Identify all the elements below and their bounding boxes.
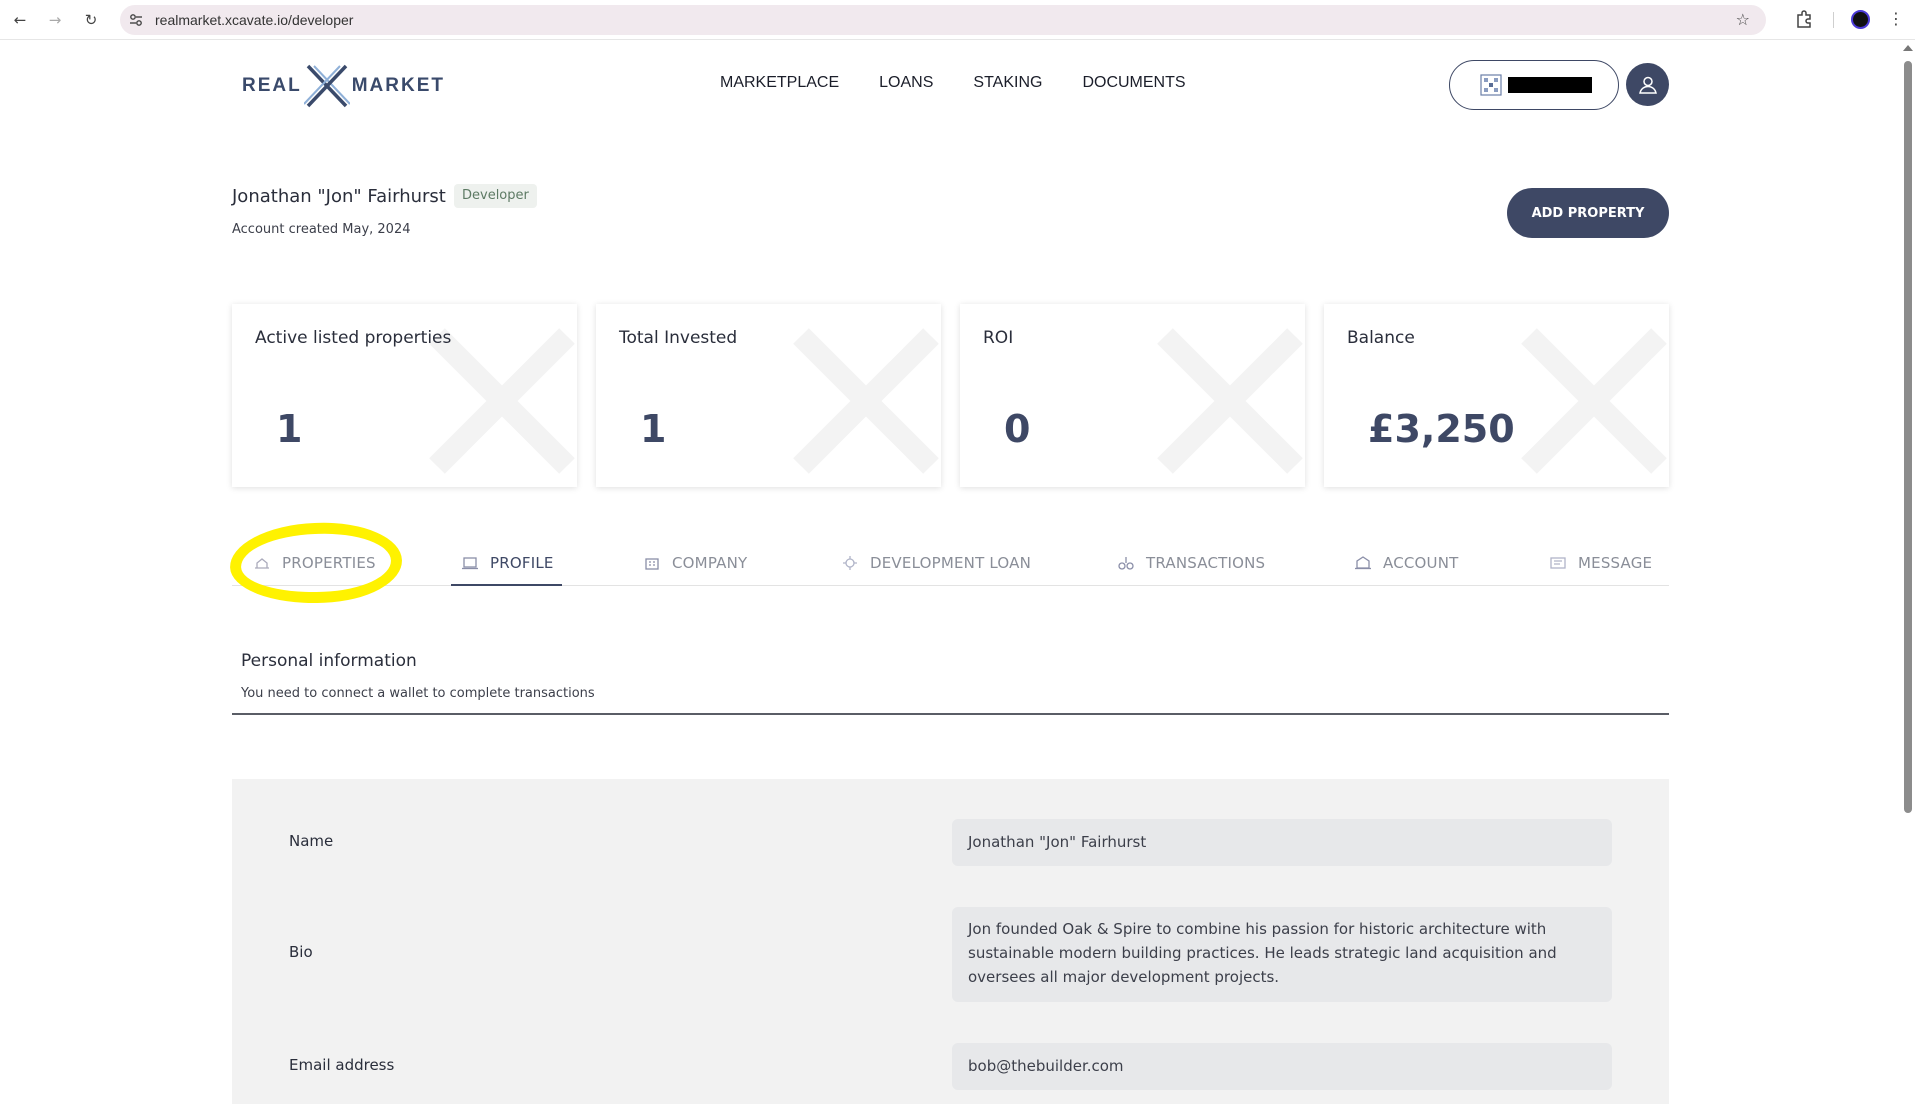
stat-label: Balance <box>1347 328 1415 348</box>
tab-account[interactable]: ACCOUNT <box>1355 540 1459 586</box>
stat-value: 1 <box>276 407 303 451</box>
profile-icon <box>462 557 478 570</box>
account-created-date: Account created May, 2024 <box>232 222 411 237</box>
wallet-identicon-icon <box>1480 74 1502 96</box>
wallet-address-redacted <box>1508 77 1592 93</box>
logo-x-icon <box>303 64 350 108</box>
address-bar[interactable]: realmarket.xcavate.io/developer ☆ <box>120 5 1766 35</box>
tab-label: PROFILE <box>490 554 554 572</box>
tab-transactions[interactable]: TRANSACTIONS <box>1118 540 1265 586</box>
stat-label: Total Invested <box>619 328 738 348</box>
profile-tabs: PROPERTIES PROFILE COMPANY DEVELOPMENT L… <box>232 540 1669 586</box>
section-divider <box>232 713 1669 715</box>
bio-label: Bio <box>289 943 313 961</box>
nav-staking[interactable]: STAKING <box>973 74 1042 92</box>
url-text[interactable]: realmarket.xcavate.io/developer <box>155 12 353 28</box>
company-icon <box>645 558 659 570</box>
wallet-warning-text: You need to connect a wallet to complete… <box>241 686 595 701</box>
developer-name: Jonathan "Jon" Fairhurst <box>232 186 446 207</box>
logo-text-right: MARKET <box>351 75 446 96</box>
realxmarket-logo[interactable]: REAL MARKET <box>242 64 445 108</box>
forward-arrow-icon[interactable]: → <box>45 10 65 30</box>
message-icon <box>1550 557 1566 569</box>
watermark-x-icon <box>793 328 939 474</box>
profile-form: Name Jonathan "Jon" Fairhurst Bio Jon fo… <box>232 779 1669 1104</box>
tab-profile[interactable]: PROFILE <box>451 540 562 586</box>
nav-loans[interactable]: LOANS <box>879 74 933 92</box>
scroll-up-arrow-icon[interactable] <box>1903 45 1913 51</box>
add-property-button[interactable]: ADD PROPERTY <box>1507 188 1669 238</box>
stat-card-balance: Balance £3,250 <box>1324 304 1669 487</box>
stat-label: Active listed properties <box>255 328 452 348</box>
stat-value: 1 <box>640 407 667 451</box>
name-label: Name <box>289 832 334 850</box>
tab-message[interactable]: MESSAGE <box>1550 540 1652 586</box>
tab-label: COMPANY <box>672 554 748 572</box>
extensions-icon[interactable] <box>1794 9 1814 29</box>
development-loan-icon <box>843 556 857 570</box>
role-badge: Developer <box>454 184 537 208</box>
bio-field[interactable]: Jon founded Oak & Spire to combine his p… <box>952 907 1612 1002</box>
browser-toolbar: ← → ↻ realmarket.xcavate.io/developer ☆ … <box>0 0 1915 40</box>
stat-card-roi: ROI 0 <box>960 304 1305 487</box>
tab-development-loan[interactable]: DEVELOPMENT LOAN <box>842 540 1031 586</box>
toolbar-divider <box>1833 12 1834 28</box>
bookmark-star-icon[interactable]: ☆ <box>1736 10 1750 29</box>
site-info-icon[interactable] <box>128 12 144 28</box>
user-icon <box>1638 76 1657 94</box>
stat-card-active-properties: Active listed properties 1 <box>232 304 577 487</box>
more-menu-icon[interactable]: ⋮ <box>1888 9 1904 28</box>
page-scrollbar[interactable] <box>1900 41 1915 1104</box>
tab-label: DEVELOPMENT LOAN <box>870 554 1032 572</box>
main-nav: MARKETPLACE LOANS STAKING DOCUMENTS <box>720 74 1186 92</box>
watermark-x-icon <box>1157 328 1303 474</box>
stat-value: £3,250 <box>1368 407 1515 451</box>
tab-label: MESSAGE <box>1578 554 1653 572</box>
stat-card-total-invested: Total Invested 1 <box>596 304 941 487</box>
transactions-icon <box>1118 557 1134 570</box>
stat-label: ROI <box>983 328 1014 348</box>
name-field[interactable]: Jonathan "Jon" Fairhurst <box>952 819 1612 866</box>
email-field[interactable]: bob@thebuilder.com <box>952 1043 1612 1090</box>
highlight-annotation <box>228 520 404 606</box>
watermark-x-icon <box>1521 328 1667 474</box>
email-label: Email address <box>289 1056 395 1074</box>
reload-icon[interactable]: ↻ <box>81 10 101 30</box>
logo-text-left: REAL <box>242 75 302 96</box>
user-menu-button[interactable] <box>1626 63 1669 106</box>
browser-profile-avatar[interactable] <box>1851 10 1870 29</box>
nav-documents[interactable]: DOCUMENTS <box>1082 74 1185 92</box>
account-icon <box>1355 556 1371 570</box>
scrollbar-thumb[interactable] <box>1904 61 1912 813</box>
tab-label: ACCOUNT <box>1383 554 1459 572</box>
nav-marketplace[interactable]: MARKETPLACE <box>720 74 839 92</box>
back-arrow-icon[interactable]: ← <box>10 10 30 30</box>
page: ← → ↻ realmarket.xcavate.io/developer ☆ … <box>0 0 1915 1104</box>
wallet-button[interactable] <box>1449 60 1619 110</box>
section-title: Personal information <box>241 651 417 671</box>
tab-label: TRANSACTIONS <box>1146 554 1266 572</box>
stat-value: 0 <box>1004 407 1031 451</box>
tab-company[interactable]: COMPANY <box>644 540 747 586</box>
